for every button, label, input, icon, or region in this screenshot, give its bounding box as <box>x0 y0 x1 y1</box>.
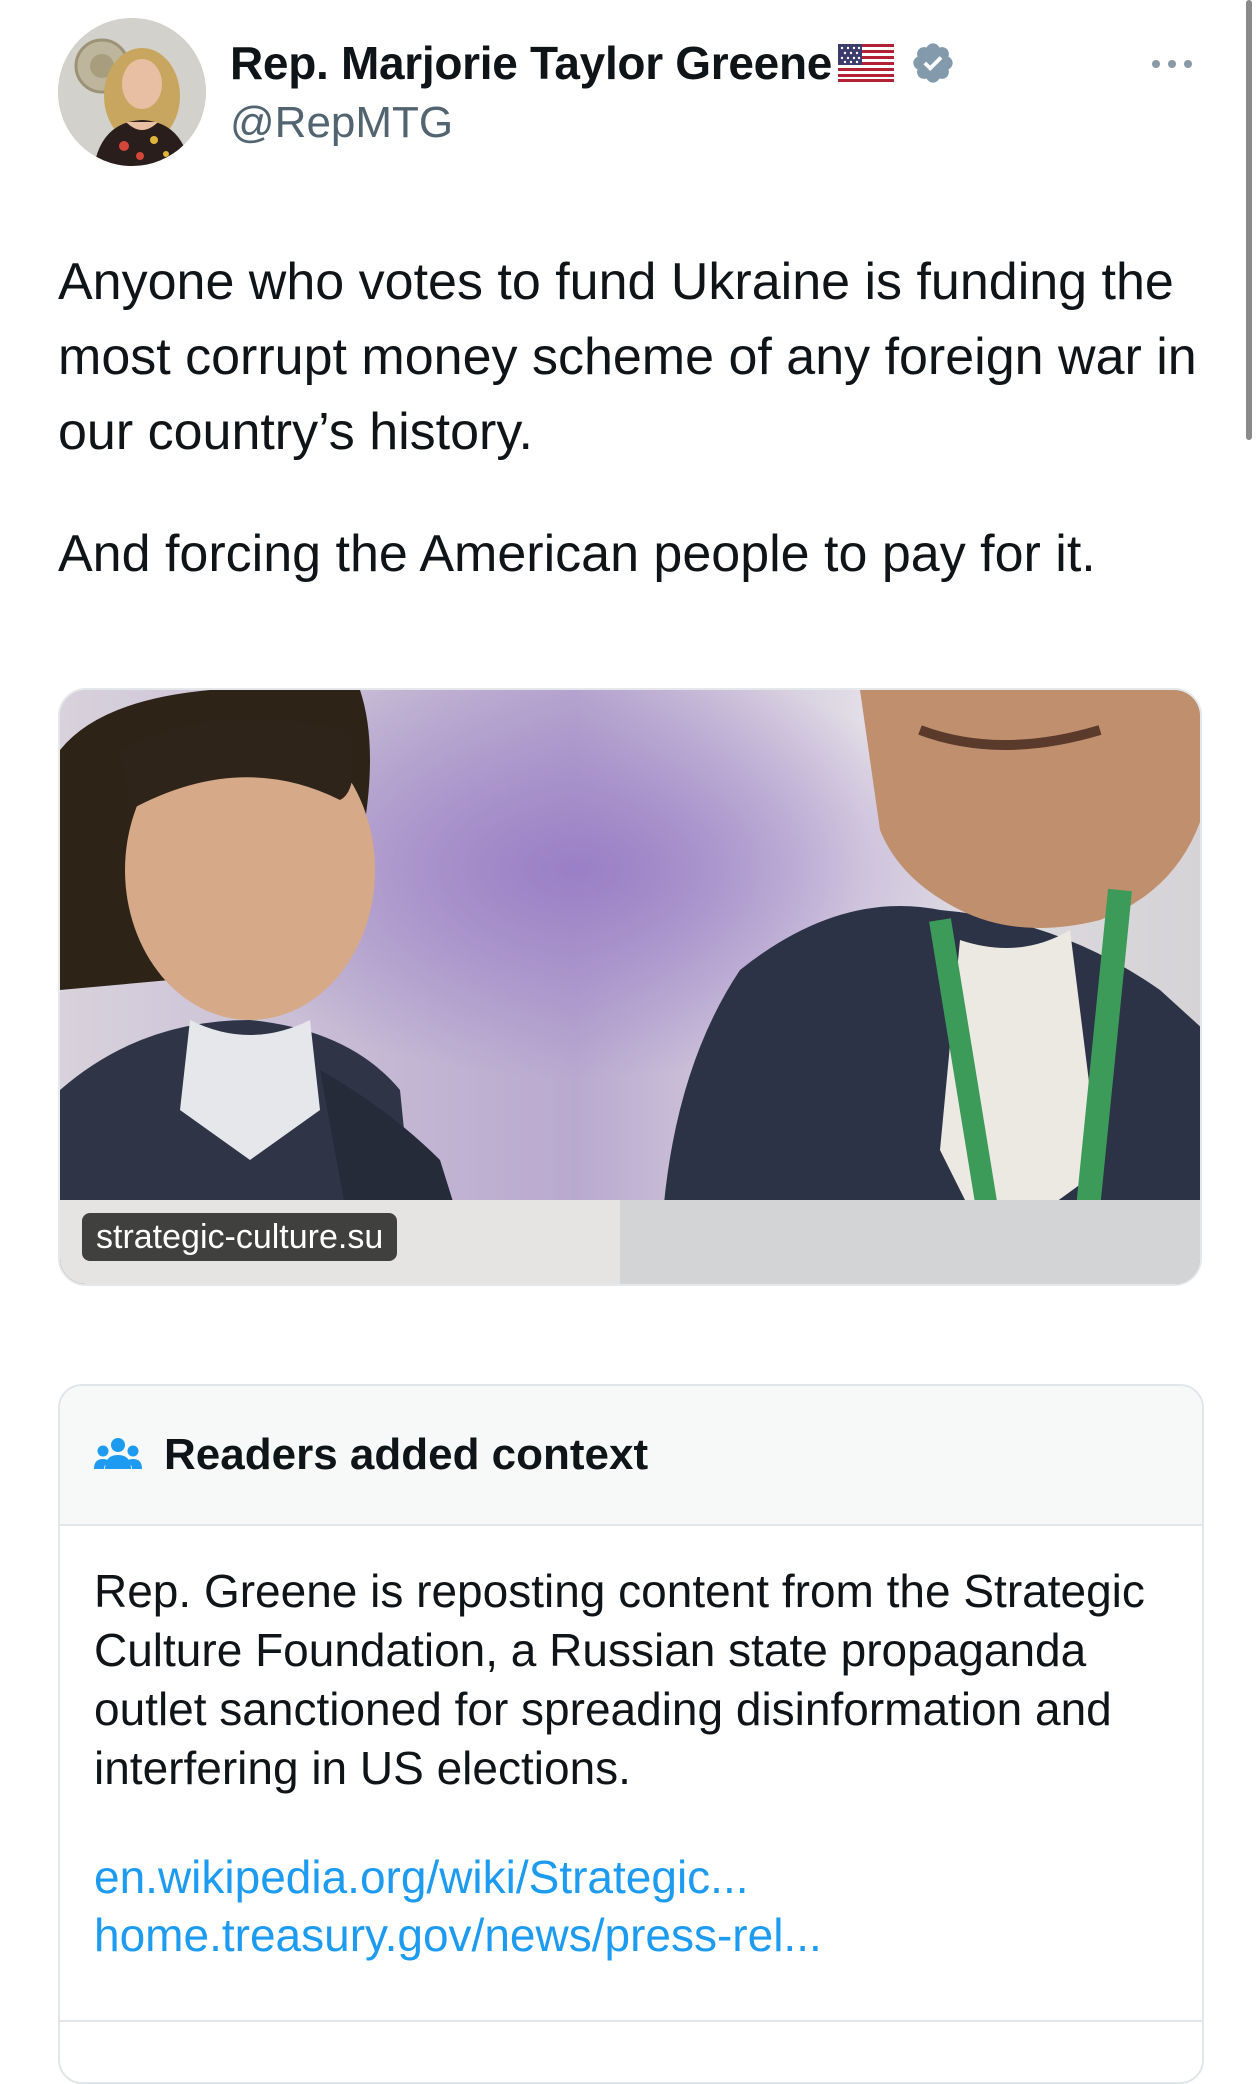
tweet-paragraph: Anyone who votes to fund Ukraine is fund… <box>58 253 1197 461</box>
tweet-header: Rep. Marjorie Taylor Greene @RepMTG <box>58 18 1208 168</box>
community-note-body: Rep. Greene is reposting content from th… <box>94 1565 1145 1794</box>
link-card-image[interactable]: strategic-culture.su <box>58 688 1202 1286</box>
avatar[interactable] <box>58 18 206 166</box>
divider <box>60 2020 1202 2022</box>
news-photo <box>60 690 1200 1284</box>
people-icon <box>94 1435 142 1475</box>
name-row: Rep. Marjorie Taylor Greene <box>230 32 956 94</box>
more-options-icon[interactable] <box>1148 54 1196 74</box>
link-domain-badge[interactable]: strategic-culture.su <box>82 1213 398 1261</box>
us-flag-icon <box>838 44 895 82</box>
tweet-text: Anyone who votes to fund Ukraine is fund… <box>58 245 1208 592</box>
community-note-header: Readers added context <box>60 1386 1202 1526</box>
verified-badge-icon[interactable] <box>910 40 956 86</box>
scrollbar[interactable] <box>1246 0 1252 440</box>
community-note-links: en.wikipedia.org/wiki/Strategic... home.… <box>60 1798 1202 1964</box>
handle[interactable]: @RepMTG <box>230 98 453 148</box>
community-note: Readers added context Rep. Greene is rep… <box>58 1384 1204 2084</box>
tweet-paragraph: And forcing the American people to pay f… <box>58 525 1096 583</box>
tweet-page: Rep. Marjorie Taylor Greene @RepMTG Anyo… <box>0 0 1260 2084</box>
source-link-wikipedia[interactable]: en.wikipedia.org/wiki/Strategic... <box>94 1848 1168 1906</box>
display-name[interactable]: Rep. Marjorie Taylor Greene <box>230 36 832 90</box>
source-link-treasury[interactable]: home.treasury.gov/news/press-rel... <box>94 1906 1168 1964</box>
community-note-title: Readers added context <box>164 1430 649 1479</box>
